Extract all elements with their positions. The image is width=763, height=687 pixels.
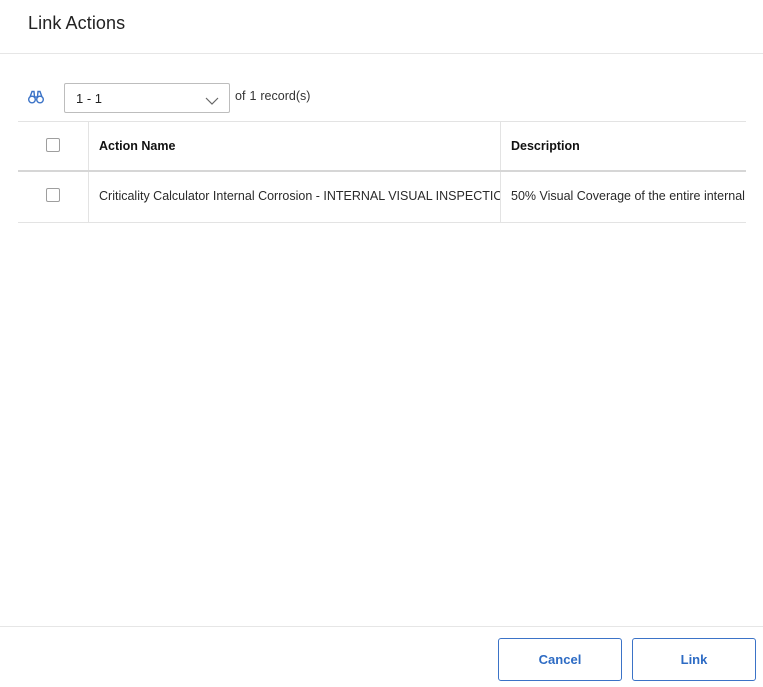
record-suffix: record(s) bbox=[260, 89, 311, 103]
grid-header-row: Action Name Description bbox=[18, 121, 746, 172]
action-name-cell: Criticality Calculator Internal Corrosio… bbox=[89, 172, 501, 222]
select-all-checkbox[interactable] bbox=[46, 138, 60, 152]
record-range-value: 1 - 1 bbox=[76, 91, 103, 106]
grid-toolbar: 1 - 1 of 1 record(s) bbox=[0, 83, 763, 113]
dialog-footer: Cancel Link bbox=[0, 626, 763, 687]
actions-grid: Action Name Description Criticality Calc… bbox=[18, 121, 746, 223]
column-header-description[interactable]: Description bbox=[501, 122, 746, 170]
action-name: Criticality Calculator Internal Corrosio… bbox=[99, 189, 501, 203]
record-total: 1 bbox=[249, 89, 257, 103]
link-actions-dialog: Link Actions 1 - 1 of 1 record(s) Action… bbox=[0, 0, 763, 687]
row-select-cell bbox=[18, 172, 89, 222]
dialog-title: Link Actions bbox=[28, 13, 126, 33]
column-header-label: Description bbox=[511, 139, 580, 153]
select-all-cell bbox=[18, 122, 89, 170]
record-of-label: of bbox=[235, 89, 246, 103]
description: 50% Visual Coverage of the entire intern… bbox=[511, 189, 746, 203]
table-row[interactable]: Criticality Calculator Internal Corrosio… bbox=[18, 172, 746, 223]
record-range-select[interactable]: 1 - 1 bbox=[64, 83, 230, 113]
column-header-label: Action Name bbox=[99, 139, 176, 153]
cancel-button[interactable]: Cancel bbox=[498, 638, 622, 681]
link-button[interactable]: Link bbox=[632, 638, 756, 681]
dialog-header: Link Actions bbox=[0, 0, 763, 54]
description-cell: 50% Visual Coverage of the entire intern… bbox=[501, 172, 746, 222]
record-count: of 1 record(s) bbox=[235, 89, 314, 103]
chevron-down-icon bbox=[205, 93, 219, 105]
binoculars-icon[interactable] bbox=[28, 90, 44, 104]
row-select-checkbox[interactable] bbox=[46, 188, 60, 202]
column-header-action-name[interactable]: Action Name bbox=[89, 122, 501, 170]
